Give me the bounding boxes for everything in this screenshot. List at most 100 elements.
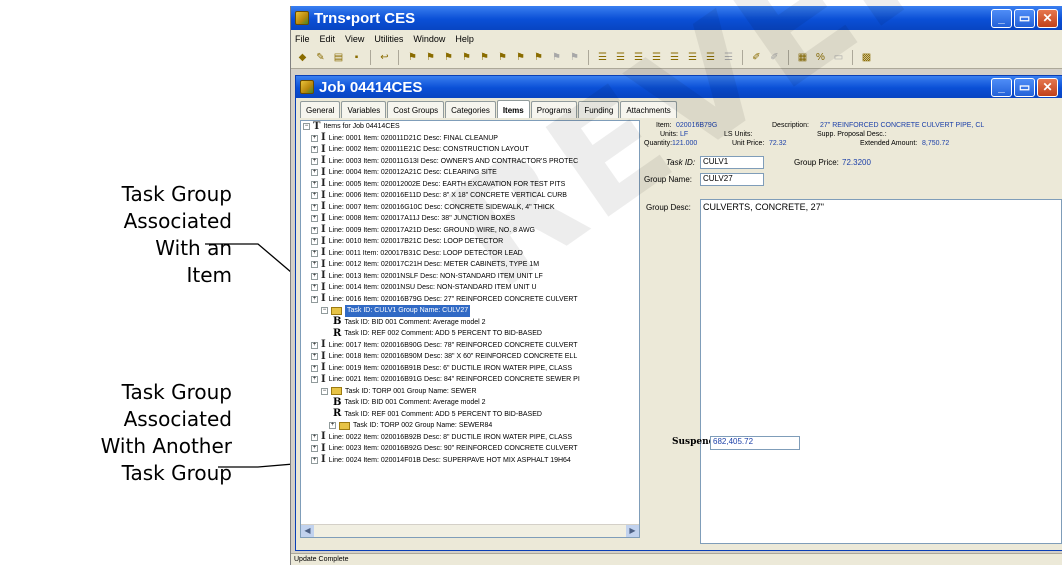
menu-view[interactable]: View bbox=[345, 34, 364, 44]
minimize-icon[interactable]: _ bbox=[991, 77, 1012, 97]
collapse-icon[interactable]: − bbox=[303, 123, 310, 131]
list-tool-icon[interactable]: ☰ bbox=[649, 50, 664, 65]
edit-icon[interactable]: ✎ bbox=[313, 50, 328, 65]
tree-item-line[interactable]: + I Line: 0009 Item: 020017A21D Desc: GROU… bbox=[301, 225, 639, 237]
maximize-icon[interactable]: ▭ bbox=[1014, 8, 1035, 28]
tab-variables[interactable]: Variables bbox=[341, 101, 387, 118]
collapse-icon[interactable]: − bbox=[321, 387, 328, 395]
expand-icon[interactable]: + bbox=[311, 456, 318, 464]
expand-icon[interactable]: + bbox=[311, 376, 318, 384]
tool-icon[interactable]: ⚑ bbox=[423, 50, 438, 65]
tab-funding[interactable]: Funding bbox=[578, 101, 620, 118]
list-tool-icon[interactable]: ☰ bbox=[613, 50, 628, 65]
scroll-right-icon[interactable]: ▶ bbox=[626, 525, 639, 537]
tab-items[interactable]: Items bbox=[496, 100, 530, 118]
tree-item-line[interactable]: + I Line: 0007 Item: 020016G10C Desc: CONC… bbox=[301, 202, 639, 214]
tree-item-line[interactable]: + I Line: 0013 Item: 02001NSLF Desc: NON-S… bbox=[301, 271, 639, 283]
expand-icon[interactable]: + bbox=[311, 157, 318, 165]
close-icon[interactable]: ✕ bbox=[1037, 77, 1058, 97]
menu-utilities[interactable]: Utilities bbox=[374, 34, 403, 44]
print-icon[interactable]: ▤ bbox=[331, 50, 346, 65]
expand-icon[interactable]: + bbox=[311, 226, 318, 234]
expand-icon[interactable]: + bbox=[311, 146, 318, 154]
expand-icon[interactable]: + bbox=[311, 295, 318, 303]
list-tool-icon[interactable]: ☰ bbox=[685, 50, 700, 65]
tree-item-line[interactable]: + I Line: 0010 Item: 020017B21C Desc: LOOP… bbox=[301, 236, 639, 248]
expand-icon[interactable]: + bbox=[311, 134, 318, 142]
tree-item-line[interactable]: + I Line: 0008 Item: 020017A11J Desc: 38" … bbox=[301, 213, 639, 225]
tab-attachments[interactable]: Attachments bbox=[620, 101, 677, 118]
menu-edit[interactable]: Edit bbox=[320, 34, 336, 44]
expand-icon[interactable]: + bbox=[311, 433, 318, 441]
tree-item-line[interactable]: + I Line: 0024 Item: 020014F01B Desc: SUPE… bbox=[301, 455, 639, 467]
tree-item-line[interactable]: + I Line: 0016 Item: 020016B79G Desc: 27" … bbox=[301, 294, 639, 306]
expand-icon[interactable]: + bbox=[311, 364, 318, 372]
open-icon[interactable]: ◆ bbox=[295, 50, 310, 65]
menu-help[interactable]: Help bbox=[455, 34, 474, 44]
expand-icon[interactable]: + bbox=[311, 215, 318, 223]
tree-item-ref[interactable]: R Task ID: REF 002 Comment: ADD 5 PERCENT… bbox=[301, 328, 639, 340]
tree-item-line[interactable]: + I Line: 0005 Item: 020012002E Desc: EART… bbox=[301, 179, 639, 191]
tree-item-line[interactable]: + I Line: 0014 Item: 02001NSU Desc: NON-ST… bbox=[301, 282, 639, 294]
tool-icon[interactable]: ⚑ bbox=[531, 50, 546, 65]
items-tree[interactable]: − T Items for Job 04414CES + I Line: 0001 … bbox=[300, 120, 640, 538]
tree-item-line[interactable]: + I Line: 0011 Item: 020017B31C Desc: LOOP… bbox=[301, 248, 639, 260]
task-id-field[interactable]: CULV1 bbox=[700, 156, 764, 169]
grid-icon[interactable]: ▦ bbox=[795, 50, 810, 65]
horizontal-scrollbar[interactable]: ◀ ▶ bbox=[301, 524, 639, 537]
expand-icon[interactable]: + bbox=[311, 249, 318, 257]
expand-icon[interactable]: + bbox=[311, 341, 318, 349]
list-tool-icon[interactable]: ☰ bbox=[631, 50, 646, 65]
tree-item-line[interactable]: + I Line: 0002 Item: 020011E21C Desc: CONS… bbox=[301, 144, 639, 156]
scroll-left-icon[interactable]: ◀ bbox=[301, 525, 314, 537]
tool-icon[interactable]: ⚑ bbox=[477, 50, 492, 65]
tree-root[interactable]: − T Items for Job 04414CES bbox=[301, 121, 639, 133]
tab-general[interactable]: General bbox=[300, 101, 341, 118]
list-tool-icon[interactable]: ☰ bbox=[595, 50, 610, 65]
tree-item-bid[interactable]: B Task ID: BID 001 Comment: Average model… bbox=[301, 317, 639, 329]
minimize-icon[interactable]: _ bbox=[991, 8, 1012, 28]
expand-icon[interactable]: + bbox=[311, 238, 318, 246]
close-icon[interactable]: ✕ bbox=[1037, 8, 1058, 28]
tree-item-line[interactable]: + I Line: 0003 Item: 020011G13I Desc: OWNE… bbox=[301, 156, 639, 168]
expand-icon[interactable]: + bbox=[311, 180, 318, 188]
tool-icon[interactable]: ⚑ bbox=[405, 50, 420, 65]
tab-programs[interactable]: Programs bbox=[530, 101, 578, 118]
expand-icon[interactable]: + bbox=[311, 192, 318, 200]
suspend-field[interactable]: 682,405.72 bbox=[710, 436, 800, 450]
tree-item-line[interactable]: + I Line: 0022 Item: 020016B92B Desc: 8" D… bbox=[301, 432, 639, 444]
maximize-icon[interactable]: ▭ bbox=[1014, 77, 1035, 97]
expand-icon[interactable]: + bbox=[311, 169, 318, 177]
tree-item-line[interactable]: + I Line: 0023 Item: 020016B92G Desc: 90" … bbox=[301, 443, 639, 455]
tab-categories[interactable]: Categories bbox=[445, 101, 496, 118]
expand-icon[interactable]: + bbox=[311, 284, 318, 292]
tree-item-line[interactable]: + I Line: 0004 Item: 020012A21C Desc: CLEA… bbox=[301, 167, 639, 179]
tree-item-line[interactable]: + I Line: 0012 Item: 020017C21H Desc: METE… bbox=[301, 259, 639, 271]
group-name-field[interactable]: CULV27 bbox=[700, 173, 764, 186]
save-icon[interactable]: ▪ bbox=[349, 50, 364, 65]
tree-item-line[interactable]: + I Line: 0017 Item: 020016B90G Desc: 78" … bbox=[301, 340, 639, 352]
tool-icon[interactable]: ⚑ bbox=[495, 50, 510, 65]
menu-window[interactable]: Window bbox=[413, 34, 445, 44]
tree-item-bid[interactable]: B Task ID: BID 001 Comment: Average model… bbox=[301, 397, 639, 409]
tree-item-subgroup[interactable]: + Task ID: TORP 002 Group Name: SEWER84 bbox=[301, 420, 639, 432]
tree-item-line[interactable]: + I Line: 0021 Item: 020016B91G Desc: 84" … bbox=[301, 374, 639, 386]
tool-icon[interactable]: ⚑ bbox=[513, 50, 528, 65]
tree-item-line[interactable]: + I Line: 0019 Item: 020016B91B Desc: 6" D… bbox=[301, 363, 639, 375]
percent-icon[interactable]: % bbox=[813, 50, 828, 65]
expand-icon[interactable]: + bbox=[311, 203, 318, 211]
group-desc-field[interactable]: CULVERTS, CONCRETE, 27" bbox=[700, 199, 1062, 544]
tree-item-line[interactable]: + I Line: 0006 Item: 020016E11D Desc: 8" X… bbox=[301, 190, 639, 202]
list-tool-icon[interactable]: ☰ bbox=[703, 50, 718, 65]
expand-icon[interactable]: + bbox=[329, 422, 336, 430]
list-tool-icon[interactable]: ☰ bbox=[667, 50, 682, 65]
tree-item-ref[interactable]: R Task ID: REF 001 Comment: ADD 5 PERCENT… bbox=[301, 409, 639, 421]
expand-icon[interactable]: + bbox=[311, 272, 318, 280]
tree-item-group[interactable]: − Task ID: TORP 001 Group Name: SEWER bbox=[301, 386, 639, 398]
report-icon[interactable]: ▩ bbox=[859, 50, 874, 65]
expand-icon[interactable]: + bbox=[311, 445, 318, 453]
tool-icon[interactable]: ⚑ bbox=[459, 50, 474, 65]
back-icon[interactable]: ↩ bbox=[377, 50, 392, 65]
menu-file[interactable]: File bbox=[295, 34, 310, 44]
tree-item-group[interactable]: − Task ID: CULV1 Group Name: CULV27 bbox=[301, 305, 639, 317]
